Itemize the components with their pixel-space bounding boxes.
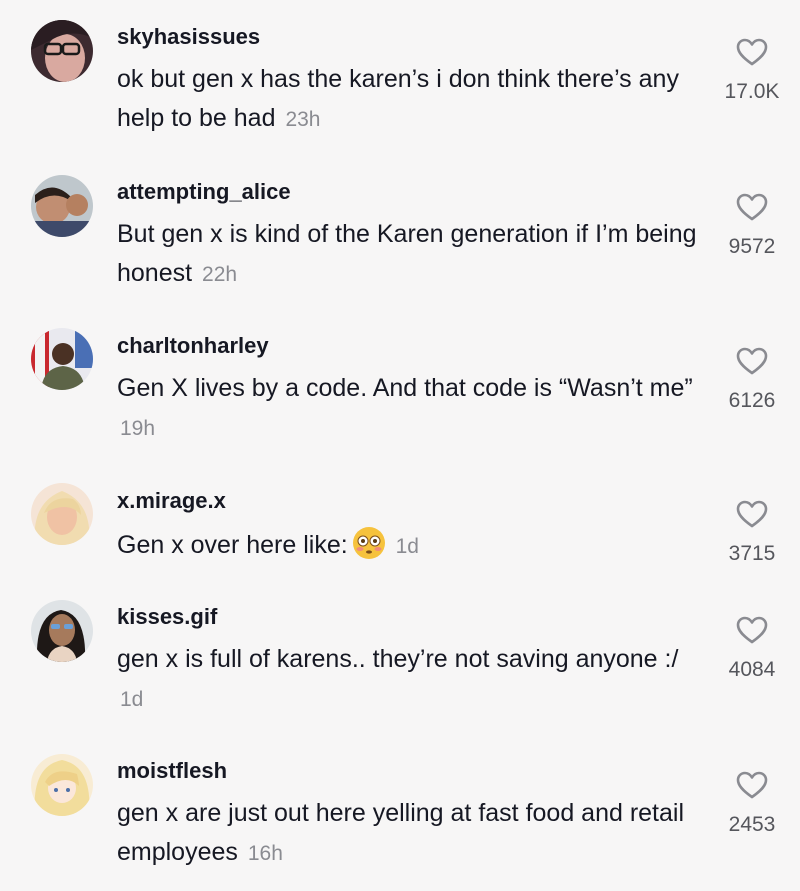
comment-time: 23h <box>285 108 321 131</box>
like-count: 17.0K <box>724 80 780 103</box>
heart-icon[interactable] <box>736 347 768 375</box>
heart-icon[interactable] <box>736 38 768 66</box>
avatar[interactable] <box>31 754 93 816</box>
comment-username[interactable]: x.mirage.x <box>117 488 226 514</box>
comment-time: 22h <box>202 263 238 286</box>
comment-text: Gen x over here like: 1d <box>117 526 707 566</box>
comment-username[interactable]: skyhasissues <box>117 24 260 50</box>
avatar[interactable] <box>31 175 93 237</box>
comment-body: gen x is full of karens.. they’re not sa… <box>117 645 679 673</box>
like-count: 4084 <box>728 658 776 681</box>
comment-username[interactable]: charltonharley <box>117 333 269 359</box>
comment-time: 16h <box>247 842 283 865</box>
avatar[interactable] <box>31 600 93 662</box>
comment-body: Gen x over here like: <box>117 531 348 559</box>
like-button[interactable]: 6126 <box>707 347 797 413</box>
comment-text: But gen x is kind of the Karen generatio… <box>117 215 707 294</box>
heart-icon[interactable] <box>736 500 768 528</box>
like-button[interactable]: 4084 <box>707 616 797 682</box>
like-count: 6126 <box>728 389 776 412</box>
comment-username[interactable]: attempting_alice <box>117 179 291 205</box>
comment-body: ok but gen x has the karen’s i don think… <box>117 65 679 132</box>
comment-time: 19h <box>120 417 156 440</box>
like-button[interactable]: 9572 <box>707 193 797 259</box>
comment-text: gen x are just out here yelling at fast … <box>117 794 707 873</box>
comment-username[interactable]: moistflesh <box>117 758 227 784</box>
comment-text: ok but gen x has the karen’s i don think… <box>117 60 707 139</box>
comment-time: 1d <box>395 535 419 558</box>
comment-time: 1d <box>120 688 144 711</box>
avatar[interactable] <box>31 483 93 545</box>
like-button[interactable]: 17.0K <box>707 38 797 104</box>
comment-text: Gen X lives by a code. And that code is … <box>117 369 707 448</box>
comment-text: gen x is full of karens.. they’re not sa… <box>117 640 707 719</box>
comment-body: Gen X lives by a code. And that code is … <box>117 374 693 402</box>
avatar[interactable] <box>31 20 93 82</box>
flushed-face-emoji <box>352 527 385 559</box>
like-button[interactable]: 2453 <box>707 771 797 837</box>
like-count: 2453 <box>728 813 776 836</box>
heart-icon[interactable] <box>736 771 768 799</box>
heart-icon[interactable] <box>736 616 768 644</box>
heart-icon[interactable] <box>736 193 768 221</box>
avatar[interactable] <box>31 328 93 390</box>
comment-username[interactable]: kisses.gif <box>117 604 217 630</box>
like-count: 3715 <box>728 542 776 565</box>
comment-body: gen x are just out here yelling at fast … <box>117 799 685 866</box>
like-button[interactable]: 3715 <box>707 500 797 566</box>
like-count: 9572 <box>728 235 776 258</box>
